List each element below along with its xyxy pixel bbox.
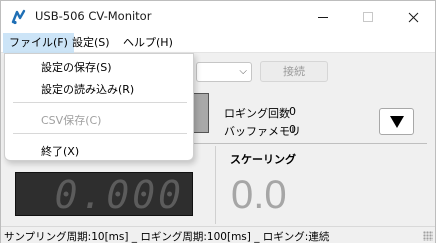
connect-button[interactable]: 接続 <box>260 61 328 82</box>
logging-count-value: 0 <box>289 105 296 118</box>
vertical-divider <box>215 146 216 224</box>
maximize-icon <box>363 12 373 22</box>
expand-button[interactable] <box>379 108 414 135</box>
maximize-button[interactable] <box>346 1 390 33</box>
menu-item-load-settings[interactable]: 設定の読み込み(R) <box>41 81 134 97</box>
triangle-down-icon <box>389 115 404 128</box>
status-text: サンプリング周期:10[ms] _ ロギング周期:100[ms] _ ロギング:… <box>4 231 330 243</box>
close-button[interactable] <box>391 1 435 33</box>
menu-help[interactable]: ヘルプ(H) <box>117 33 179 53</box>
status-lamp <box>193 93 209 133</box>
minimize-icon <box>318 16 328 18</box>
scaling-value: 0.0 <box>231 173 287 217</box>
title-bar[interactable]: USB-506 CV-Monitor <box>1 1 435 33</box>
menu-file[interactable]: ファイル(F) <box>3 33 74 53</box>
resize-grip-icon[interactable] <box>423 231 433 241</box>
menu-item-save-settings[interactable]: 設定の保存(S) <box>41 59 112 75</box>
app-icon <box>11 9 26 25</box>
value-display: 0.000 <box>15 172 193 216</box>
scaling-label: スケーリング <box>230 153 296 166</box>
menu-separator <box>13 133 187 134</box>
file-menu-dropdown: 設定の保存(S) 設定の読み込み(R) CSV保存(C) 終了(X) <box>4 53 194 161</box>
display-value: 0.000 <box>54 173 184 217</box>
status-bar: サンプリング周期:10[ms] _ ロギング周期:100[ms] _ ロギング:… <box>1 226 435 243</box>
menu-item-csv-save: CSV保存(C) <box>41 114 102 127</box>
minimize-button[interactable] <box>301 1 345 33</box>
close-icon <box>408 12 418 22</box>
app-window: USB-506 CV-Monitor ファイル(F) 設定(S) ヘルプ(H) … <box>0 0 436 243</box>
menu-bar: ファイル(F) 設定(S) ヘルプ(H) <box>1 33 435 53</box>
device-select[interactable]: ⌵ <box>196 62 252 82</box>
window-title: USB-506 CV-Monitor <box>35 9 152 23</box>
menu-settings[interactable]: 設定(S) <box>66 33 116 53</box>
menu-separator <box>13 102 187 103</box>
logging-count-label: ロギング回数 <box>224 107 290 120</box>
menu-item-exit[interactable]: 終了(X) <box>41 143 79 159</box>
chevron-down-icon: ⌵ <box>239 66 247 77</box>
buffer-memory-value: 0 <box>289 123 296 136</box>
